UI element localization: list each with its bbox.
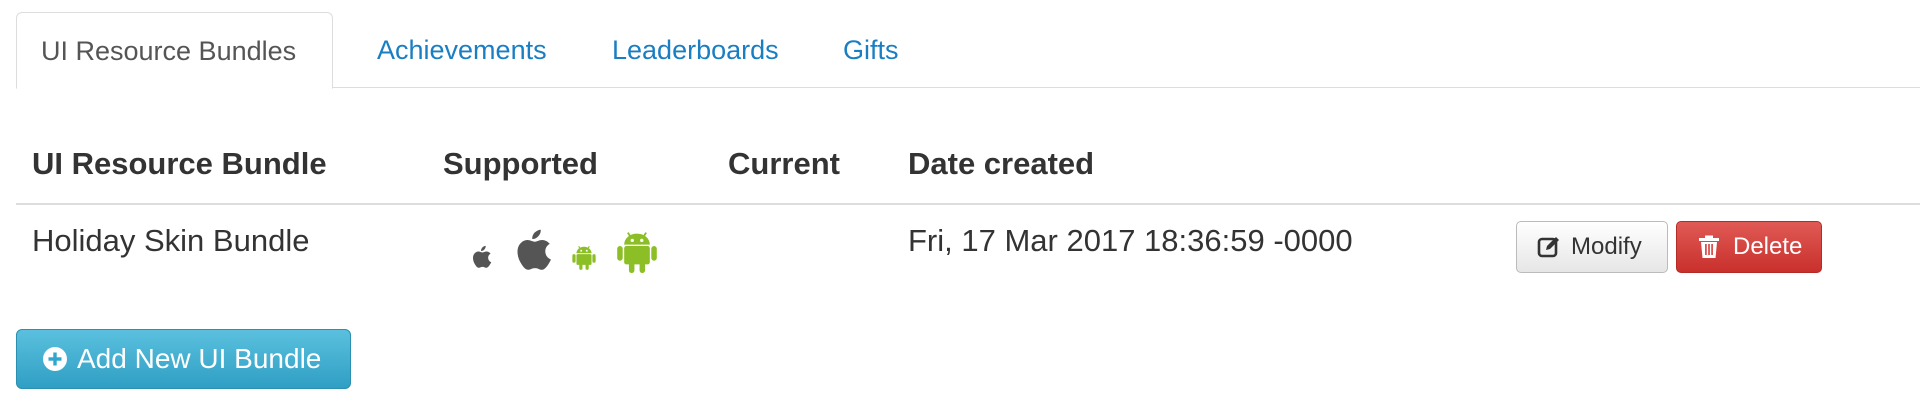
column-header-current: Current [728,146,840,181]
bundle-name: Holiday Skin Bundle [32,223,310,258]
column-header-supported: Supported [443,146,598,181]
date-created: Fri, 17 Mar 2017 18:36:59 -0000 [908,223,1353,258]
delete-label: Delete [1733,233,1803,260]
ui-bundles-page: UI Resource Bundles Achievements Leaderb… [0,0,1932,400]
tab-achievements[interactable]: Achievements [353,12,571,88]
apple-icon [517,229,551,270]
table-row: Holiday Skin Bundle Fri, 17 Mar 2017 18:… [16,205,1920,295]
tab-bar: UI Resource Bundles Achievements Leaderb… [16,12,1920,89]
column-header-date-created: Date created [908,146,1095,181]
add-new-ui-bundle-label: Add New UI Bundle [77,343,322,374]
android-icon [617,232,657,273]
supported-platforms [453,221,673,281]
column-header-name: UI Resource Bundle [32,146,327,181]
tab-leaderboards[interactable]: Leaderboards [588,12,803,88]
modify-button[interactable]: Modify [1516,221,1668,273]
tab-gifts[interactable]: Gifts [819,12,923,88]
delete-button[interactable]: Delete [1676,221,1822,273]
modify-label: Modify [1571,233,1642,260]
edit-icon [1537,237,1559,258]
add-new-ui-bundle-button[interactable]: Add New UI Bundle [16,329,351,389]
trash-icon [1699,235,1719,258]
tab-ui-resource-bundles[interactable]: UI Resource Bundles [16,12,333,89]
plus-circle-icon [43,347,67,371]
android-icon [572,245,596,270]
apple-icon [473,245,492,268]
